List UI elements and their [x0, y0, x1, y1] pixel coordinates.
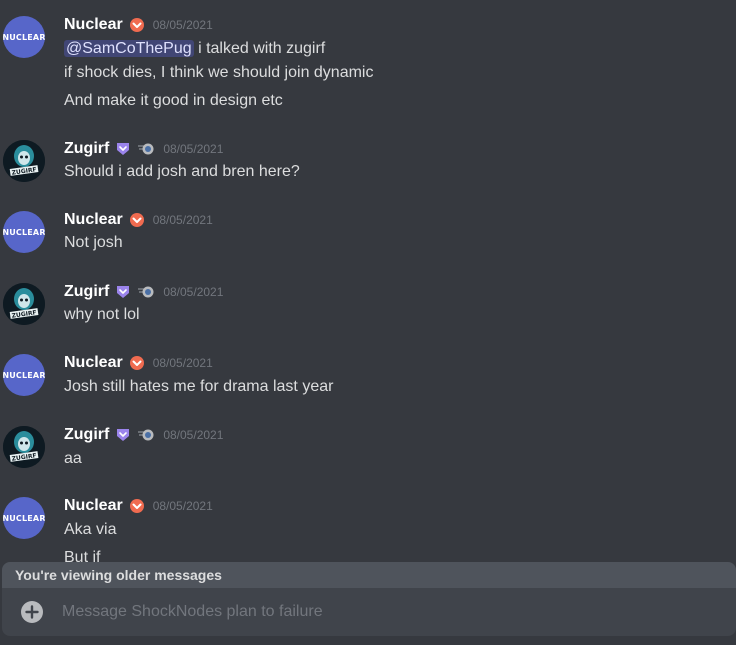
- username[interactable]: Zugirf: [64, 426, 109, 444]
- avatar[interactable]: NUCLEAR: [3, 211, 45, 253]
- message-header: Zugirf 08/05/2021: [64, 424, 223, 446]
- message-header: Zugirf 08/05/2021: [64, 281, 223, 303]
- avatar[interactable]: ZUGIRF: [3, 426, 45, 468]
- older-messages-bar[interactable]: You're viewing older messages: [2, 562, 736, 588]
- message-text: if shock dies, I think we should join dy…: [64, 64, 374, 81]
- message-group: NUCLEAR Nuclear 08/05/2021 @SamCoThePug …: [0, 14, 736, 114]
- message-header: Nuclear 08/05/2021: [64, 209, 213, 231]
- chevron-down-badge-icon: [129, 212, 145, 228]
- username[interactable]: Nuclear: [64, 354, 123, 372]
- avatar[interactable]: NUCLEAR: [3, 354, 45, 396]
- message-group: NUCLEAR Nuclear 08/05/2021 Not josh: [0, 209, 736, 257]
- message-header: Nuclear 08/05/2021: [64, 14, 213, 36]
- timestamp: 08/05/2021: [152, 213, 213, 227]
- message-composer: [2, 588, 736, 636]
- message-group: ZUGIRF Zugirf 08/05/2021 Should i add jo…: [0, 138, 736, 186]
- avatar[interactable]: NUCLEAR: [3, 16, 45, 58]
- timestamp: 08/05/2021: [163, 428, 224, 442]
- message-text: Josh still hates me for drama last year: [64, 378, 334, 395]
- avatar-text: NUCLEAR: [3, 370, 45, 380]
- status-orb-icon: [137, 284, 155, 300]
- chevron-down-badge-icon: [129, 355, 145, 371]
- message-text: But if: [64, 549, 101, 562]
- status-orb-icon: [137, 141, 155, 157]
- message-text: aa: [64, 450, 82, 467]
- timestamp: 08/05/2021: [152, 499, 213, 513]
- timestamp: 08/05/2021: [152, 18, 213, 32]
- avatar[interactable]: ZUGIRF: [3, 140, 45, 182]
- username[interactable]: Nuclear: [64, 497, 123, 515]
- avatar[interactable]: ZUGIRF: [3, 283, 45, 325]
- message-group: NUCLEAR Nuclear 08/05/2021 Josh still ha…: [0, 352, 736, 400]
- message-text: @SamCoThePug i talked with zugirf: [64, 40, 326, 57]
- message-group: NUCLEAR Nuclear 08/05/2021 Aka via But i…: [0, 495, 736, 562]
- avatar[interactable]: NUCLEAR: [3, 497, 45, 539]
- timestamp: 08/05/2021: [152, 356, 213, 370]
- message-text: Not josh: [64, 234, 123, 251]
- username[interactable]: Nuclear: [64, 16, 123, 34]
- username[interactable]: Nuclear: [64, 211, 123, 229]
- message-text: why not lol: [64, 306, 140, 323]
- message-group: ZUGIRF Zugirf 08/05/2021 why not lol: [0, 281, 736, 329]
- shield-badge-icon: [115, 427, 131, 443]
- message-header: Nuclear 08/05/2021: [64, 352, 213, 374]
- shield-badge-icon: [115, 284, 131, 300]
- chat-window: NUCLEAR Nuclear 08/05/2021 @SamCoThePug …: [0, 0, 736, 645]
- message-text: Aka via: [64, 521, 117, 538]
- plus-circle-icon: [21, 601, 43, 623]
- message-header: Zugirf 08/05/2021: [64, 138, 223, 160]
- user-mention[interactable]: @SamCoThePug: [64, 40, 194, 57]
- chevron-down-badge-icon: [129, 498, 145, 514]
- older-messages-label: You're viewing older messages: [15, 567, 222, 583]
- username[interactable]: Zugirf: [64, 140, 109, 158]
- avatar-text: NUCLEAR: [3, 227, 45, 237]
- message-group: ZUGIRF Zugirf 08/05/2021 aa: [0, 424, 736, 472]
- message-list[interactable]: NUCLEAR Nuclear 08/05/2021 @SamCoThePug …: [0, 0, 736, 562]
- chevron-down-badge-icon: [129, 17, 145, 33]
- avatar-text: NUCLEAR: [3, 32, 45, 42]
- message-text: Should i add josh and bren here?: [64, 163, 300, 180]
- avatar-text: NUCLEAR: [3, 513, 45, 523]
- timestamp: 08/05/2021: [163, 142, 224, 156]
- add-attachment-button[interactable]: [20, 600, 44, 624]
- message-input[interactable]: [60, 602, 720, 622]
- shield-badge-icon: [115, 141, 131, 157]
- message-header: Nuclear 08/05/2021: [64, 495, 213, 517]
- status-orb-icon: [137, 427, 155, 443]
- message-text: And make it good in design etc: [64, 92, 283, 109]
- username[interactable]: Zugirf: [64, 283, 109, 301]
- timestamp: 08/05/2021: [163, 285, 224, 299]
